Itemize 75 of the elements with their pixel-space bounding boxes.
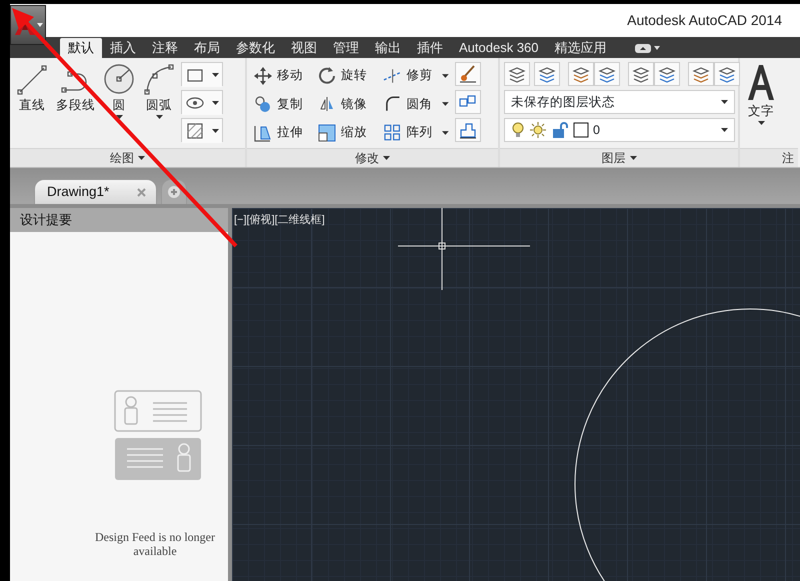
layer-stack-icon xyxy=(538,65,556,83)
caret-icon xyxy=(630,156,636,160)
tool-button[interactable] xyxy=(594,62,620,86)
tool-button[interactable]: 文字 xyxy=(744,62,778,148)
tool-button[interactable] xyxy=(455,62,481,86)
panel-title[interactable]: 绘图 xyxy=(10,148,245,167)
tool-button[interactable] xyxy=(534,62,560,86)
window-title: Autodesk AutoCAD 2014 xyxy=(627,11,782,30)
tool-button[interactable]: 移动 xyxy=(251,62,315,89)
tool-button[interactable]: 旋转 xyxy=(315,62,381,89)
tool-button[interactable] xyxy=(654,62,680,86)
sun-icon xyxy=(529,121,547,139)
caret-icon xyxy=(721,128,728,132)
tool-button[interactable] xyxy=(568,62,594,86)
tool-button[interactable]: 阵列 xyxy=(381,119,451,146)
array-icon xyxy=(383,122,402,143)
ribbon-tab[interactable]: 视图 xyxy=(283,38,325,58)
panel-title[interactable]: 修改 xyxy=(247,148,498,167)
caret-icon xyxy=(721,100,728,104)
scale-icon xyxy=(317,122,337,143)
tool-button[interactable] xyxy=(455,118,481,142)
layer-dropdown[interactable]: 0 xyxy=(504,118,735,142)
palette-title: 设计提要 xyxy=(10,208,228,232)
color-swatch-icon xyxy=(573,122,589,138)
message-text: Design Feed is no longer available xyxy=(94,531,216,559)
ribbon-tab[interactable]: 管理 xyxy=(325,38,367,58)
caret-icon xyxy=(383,156,390,160)
panel-title[interactable]: 注 xyxy=(740,148,798,167)
tool-button[interactable] xyxy=(688,62,714,86)
drawing-canvas[interactable]: [−][俯视][二维线框] xyxy=(232,208,800,581)
viewport-controls[interactable]: [−][俯视][二维线框] xyxy=(234,212,325,228)
ribbon-tab[interactable]: 输出 xyxy=(367,38,409,58)
tool-button[interactable] xyxy=(628,62,654,86)
move-icon xyxy=(253,66,273,86)
ribbon-tab[interactable]: 参数化 xyxy=(228,38,283,58)
caret-icon xyxy=(212,129,218,133)
crosshair-icon xyxy=(398,208,530,290)
ribbon-tab[interactable]: 插件 xyxy=(409,38,451,58)
ribbon-tab[interactable]: 精选应用 xyxy=(546,38,615,58)
tool-button[interactable]: 缩放 xyxy=(315,119,381,146)
tool-button[interactable]: 圆角 xyxy=(381,90,451,118)
tool-button[interactable]: 复制 xyxy=(251,90,315,118)
tool-button[interactable]: 镜像 xyxy=(315,90,381,118)
document-tab[interactable]: Drawing1* xyxy=(34,179,158,204)
tool-button[interactable]: 圆弧 xyxy=(141,62,177,148)
tool-button[interactable]: 直线 xyxy=(14,62,50,148)
letter-a-icon xyxy=(746,62,776,102)
tool-button[interactable] xyxy=(714,62,740,86)
caret-icon xyxy=(138,156,145,160)
ribbon-tab[interactable]: 注释 xyxy=(144,38,186,58)
caret-icon xyxy=(654,46,660,50)
caret-icon xyxy=(212,73,218,77)
tool-button[interactable]: 圆 xyxy=(101,62,137,148)
layer-state-dropdown[interactable]: 未保存的图层状态 xyxy=(504,90,735,114)
tool-button[interactable]: 拉伸 xyxy=(251,119,315,146)
minimize-ribbon-icon xyxy=(634,44,651,52)
caret-icon xyxy=(212,101,218,105)
arc-icon xyxy=(143,62,175,96)
ribbon-tab[interactable]: 默认 xyxy=(60,38,102,58)
tool-button[interactable] xyxy=(504,62,530,86)
panel-title[interactable]: 图层 xyxy=(500,148,738,167)
rotate-icon xyxy=(317,66,337,86)
ribbon-tab[interactable]: 插入 xyxy=(102,38,144,58)
ribbon-tab[interactable]: 布局 xyxy=(186,38,228,58)
plus-icon xyxy=(168,186,180,198)
circle-icon xyxy=(103,62,135,96)
tool-button[interactable]: 多段线 xyxy=(54,62,97,148)
ribbon-tab[interactable]: Autodesk 360 xyxy=(451,38,547,58)
close-icon xyxy=(137,188,146,196)
bulb-icon xyxy=(511,121,525,139)
hatch-icon xyxy=(185,121,205,141)
unlocked-icon xyxy=(551,121,569,139)
copy-icon xyxy=(253,94,273,114)
brush-icon xyxy=(458,64,478,84)
tool-button[interactable]: 修剪 xyxy=(381,62,451,89)
